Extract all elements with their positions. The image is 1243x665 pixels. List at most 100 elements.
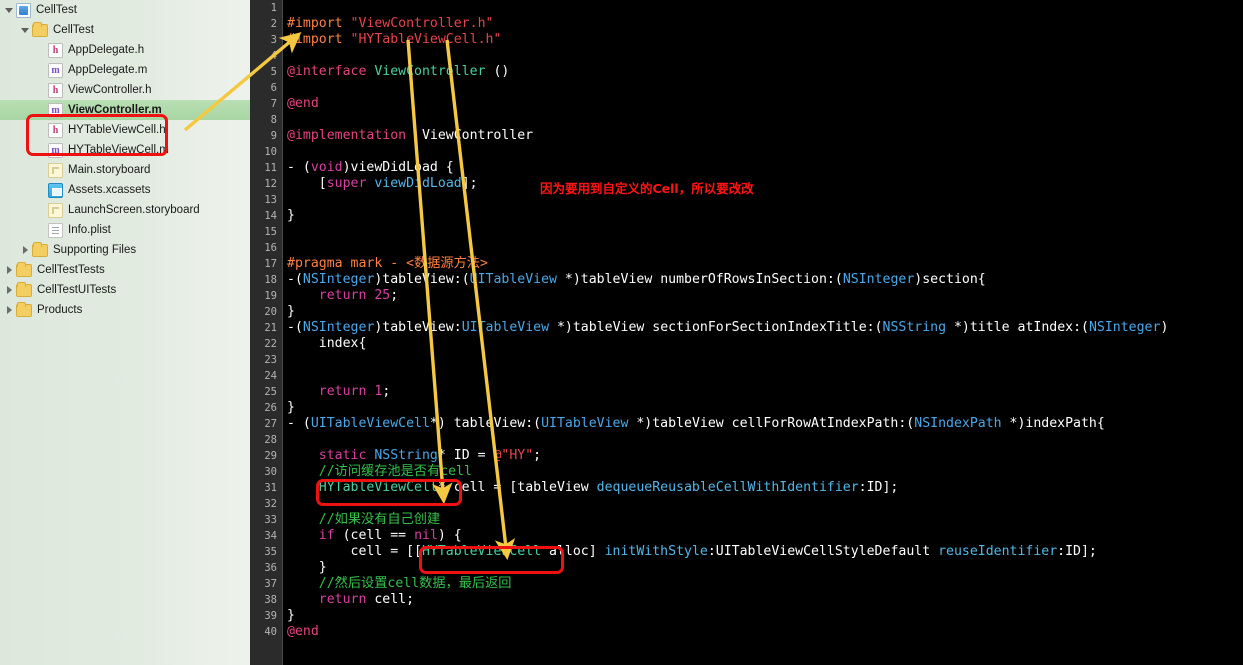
- code-line[interactable]: cell = [[HYTableViewCell alloc] initWith…: [284, 544, 1243, 560]
- code-line[interactable]: [284, 48, 1243, 64]
- code-line[interactable]: [284, 80, 1243, 96]
- code-token: ViewController: [406, 128, 534, 143]
- nav-item-info-plist[interactable]: Info.plist: [0, 220, 250, 240]
- code-line[interactable]: -(NSInteger)tableView:UITableView *)tabl…: [284, 320, 1243, 336]
- disclosure-triangle-icon[interactable]: [4, 305, 15, 316]
- code-line[interactable]: [284, 352, 1243, 368]
- line-number: 36: [264, 562, 277, 574]
- nav-item-assets-xcassets[interactable]: Assets.xcassets: [0, 180, 250, 200]
- line-number: 17: [264, 258, 277, 270]
- code-line[interactable]: }: [284, 560, 1243, 576]
- code-line[interactable]: return cell;: [284, 592, 1243, 608]
- line-number: 31: [264, 482, 277, 494]
- nav-item-label: CellTest: [36, 3, 77, 16]
- code-line[interactable]: #pragma mark - <数据源方法>: [284, 256, 1243, 272]
- code-line[interactable]: if (cell == nil) {: [284, 528, 1243, 544]
- code-line[interactable]: [284, 240, 1243, 256]
- nav-item-celltestuitests[interactable]: CellTestUITests: [0, 280, 250, 300]
- nav-item-celltesttests[interactable]: CellTestTests: [0, 260, 250, 280]
- nav-item-label: CellTest: [53, 23, 94, 36]
- code-line[interactable]: [284, 224, 1243, 240]
- code-line[interactable]: @end: [284, 96, 1243, 112]
- code-line[interactable]: }: [284, 400, 1243, 416]
- code-line[interactable]: }: [284, 208, 1243, 224]
- line-number: 9: [270, 130, 277, 142]
- code-token: NSString: [374, 448, 438, 463]
- code-token: UITableView: [461, 320, 550, 335]
- nav-item-viewcontroller-m[interactable]: m ViewController.m: [0, 100, 250, 120]
- code-line[interactable]: }: [284, 304, 1243, 320]
- code-token: @interface: [287, 64, 375, 79]
- header-file-icon: h: [48, 42, 63, 58]
- nav-item-label: Main.storyboard: [68, 163, 151, 176]
- nav-item-products[interactable]: Products: [0, 300, 250, 320]
- code-line[interactable]: [284, 368, 1243, 384]
- line-number: 13: [264, 194, 277, 206]
- code-line[interactable]: [284, 144, 1243, 160]
- nav-item-hytableviewcell-m[interactable]: m HYTableViewCell.m: [0, 140, 250, 160]
- code-token: initWithStyle: [604, 544, 708, 559]
- nav-item-viewcontroller-h[interactable]: h ViewController.h: [0, 80, 250, 100]
- code-line[interactable]: #import "ViewController.h": [284, 16, 1243, 32]
- code-line[interactable]: #import "HYTableViewCell.h": [284, 32, 1243, 48]
- code-line[interactable]: -(NSInteger)tableView:(UITableView *)tab…: [284, 272, 1243, 288]
- code-line[interactable]: - (void)viewDidLoad {: [284, 160, 1243, 176]
- nav-item-appdelegate-m[interactable]: m AppDelegate.m: [0, 60, 250, 80]
- code-line[interactable]: @end: [284, 624, 1243, 640]
- code-token: index{: [287, 336, 367, 351]
- disclosure-triangle-icon[interactable]: [4, 265, 15, 276]
- disclosure-triangle-icon[interactable]: [20, 245, 31, 256]
- nav-item-celltest[interactable]: CellTest: [0, 0, 250, 20]
- header-file-icon: h: [48, 122, 63, 138]
- nav-item-launchscreen-storyboard[interactable]: LaunchScreen.storyboard: [0, 200, 250, 220]
- source-file-icon: m: [48, 62, 63, 78]
- disclosure-triangle-icon[interactable]: [20, 25, 31, 36]
- nav-item-hytableviewcell-h[interactable]: h HYTableViewCell.h: [0, 120, 250, 140]
- code-line[interactable]: index{: [284, 336, 1243, 352]
- code-line[interactable]: [284, 496, 1243, 512]
- code-token: ViewController: [374, 64, 486, 79]
- code-line[interactable]: @interface ViewController (): [284, 64, 1243, 80]
- code-line[interactable]: [super viewDidLoad];: [284, 176, 1243, 192]
- code-line[interactable]: //如果没有自己创建: [284, 512, 1243, 528]
- line-number: 7: [270, 98, 277, 110]
- source-code-area[interactable]: #import "ViewController.h" #import "HYTab…: [284, 0, 1243, 665]
- code-token: //访问缓存池是否有cell: [287, 464, 472, 479]
- nav-item-supporting-files[interactable]: Supporting Files: [0, 240, 250, 260]
- line-number: 16: [264, 242, 277, 254]
- nav-item-appdelegate-h[interactable]: h AppDelegate.h: [0, 40, 250, 60]
- code-line[interactable]: return 25;: [284, 288, 1243, 304]
- code-line[interactable]: [284, 112, 1243, 128]
- line-number: 10: [264, 146, 277, 158]
- code-line[interactable]: @implementation ViewController: [284, 128, 1243, 144]
- code-editor[interactable]: 1 2 3 4 5 6 7 8 9 10 11 12 13 14 15 16 17 18 19 20 21 22 23 24 2…: [250, 0, 1243, 665]
- nav-item-celltest[interactable]: CellTest: [0, 20, 250, 40]
- project-navigator[interactable]: CellTest CellTest h AppDelegate.h m AppDelega…: [0, 0, 250, 665]
- header-file-icon: h: [48, 82, 63, 98]
- code-line[interactable]: [284, 0, 1243, 16]
- code-line[interactable]: return 1;: [284, 384, 1243, 400]
- code-line[interactable]: //访问缓存池是否有cell: [284, 464, 1243, 480]
- code-line[interactable]: - (UITableViewCell*) tableView:(UITableV…: [284, 416, 1243, 432]
- code-token: *)tableView cellForRowAtIndexPath:(: [628, 416, 915, 431]
- code-line[interactable]: }: [284, 608, 1243, 624]
- disclosure-triangle-icon[interactable]: [4, 285, 15, 296]
- code-line[interactable]: HYTableViewCell* cell = [tableView deque…: [284, 480, 1243, 496]
- source-file-icon: m: [48, 102, 63, 118]
- code-token: NSString: [882, 320, 947, 335]
- folder-icon: [16, 282, 32, 297]
- nav-item-main-storyboard[interactable]: Main.storyboard: [0, 160, 250, 180]
- code-token: UITableView: [541, 416, 629, 431]
- disclosure-triangle-icon[interactable]: [4, 5, 15, 16]
- code-line[interactable]: [284, 432, 1243, 448]
- code-line[interactable]: [284, 192, 1243, 208]
- line-number: 18: [264, 274, 277, 286]
- code-token: cell = [[: [287, 544, 422, 559]
- code-token: 25: [374, 288, 391, 303]
- code-line[interactable]: //然后设置cell数据，最后返回: [284, 576, 1243, 592]
- code-line[interactable]: static NSString* ID = @"HY";: [284, 448, 1243, 464]
